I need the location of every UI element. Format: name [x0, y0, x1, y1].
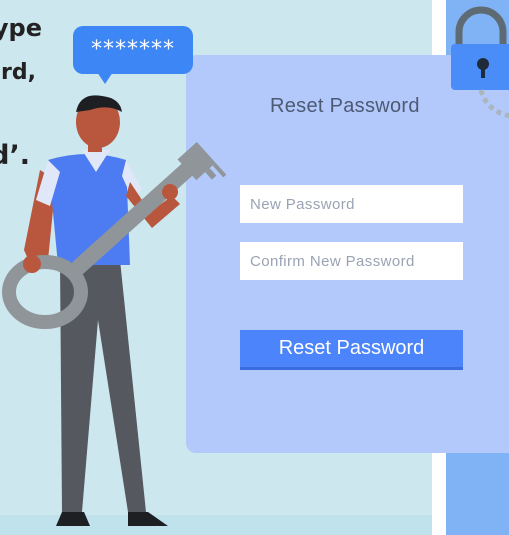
new-password-field[interactable] [240, 185, 463, 223]
person-illustration [2, 95, 227, 526]
instruction-line-1: ype [0, 14, 42, 42]
lock-icon [451, 6, 509, 119]
reset-password-button[interactable]: Reset Password [240, 330, 463, 370]
form-title: Reset Password [270, 95, 420, 117]
speech-bubble-text: ******* [91, 37, 175, 62]
confirm-password-field[interactable] [240, 242, 463, 280]
